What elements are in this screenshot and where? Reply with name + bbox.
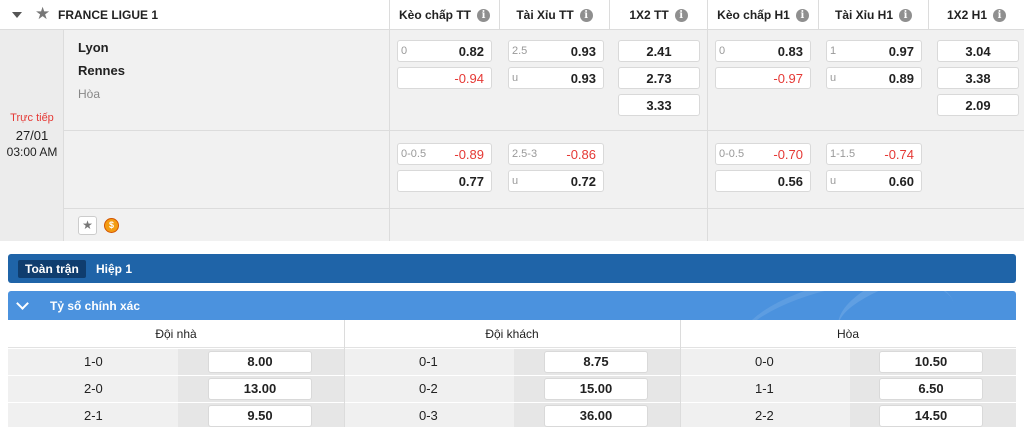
column-header-ou-tt: Tài Xỉu TT i (499, 0, 609, 30)
score-odd-button[interactable]: 13.00 (208, 378, 312, 400)
odd-hdp-h1-away-alt[interactable]: 0.56 (715, 170, 811, 192)
odd-1x2-tt-home[interactable]: 2.41 (618, 40, 700, 62)
column-header-hdp-tt: Kèo chấp TT i (389, 0, 499, 30)
divider (680, 320, 681, 427)
correct-score-header[interactable]: Tỷ số chính xác (8, 291, 1016, 320)
score-row: 2-0 13.00 (8, 376, 344, 402)
score-row: 1-1 6.50 (680, 376, 1016, 402)
tab-full-match[interactable]: Toàn trận (18, 260, 86, 278)
column-header-1x2-tt: 1X2 TT i (609, 0, 707, 30)
match-date: 27/01 (15, 128, 49, 143)
odd-hdp-tt-away-alt[interactable]: 0.77 (397, 170, 492, 192)
score-row: 0-1 8.75 (344, 349, 680, 375)
info-icon[interactable]: i (993, 8, 1007, 22)
odd-ou-tt-under[interactable]: u 0.93 (508, 67, 604, 89)
info-icon[interactable]: i (899, 8, 912, 22)
star-icon[interactable]: ★ (35, 5, 50, 23)
divider (344, 320, 345, 427)
odd-hdp-h1-home-alt[interactable]: 0-0.5 -0.70 (715, 143, 811, 165)
column-header-1x2-h1: 1X2 H1 i (928, 0, 1024, 30)
score-odd-button[interactable]: 36.00 (544, 405, 648, 427)
odd-ou-tt-over[interactable]: 2.5 0.93 (508, 40, 604, 62)
draw-label: Hòa (78, 87, 101, 101)
odd-hdp-tt-away[interactable]: -0.94 (397, 67, 492, 89)
info-icon[interactable]: i (579, 8, 593, 22)
favorite-star-icon[interactable]: ★ (78, 216, 97, 235)
correct-score-title: Tỷ số chính xác (50, 299, 141, 313)
score-row: 0-0 10.50 (680, 349, 1016, 375)
home-team[interactable]: Lyon (78, 40, 109, 55)
info-icon[interactable]: i (795, 8, 809, 22)
score-odd-button[interactable]: 10.50 (879, 351, 983, 373)
divider (64, 130, 1024, 131)
column-header-ou-h1: Tài Xỉu H1 i (818, 0, 928, 30)
match-time: 03:00 AM (6, 145, 58, 159)
odd-1x2-h1-home[interactable]: 3.04 (937, 40, 1019, 62)
odd-ou-tt-under-alt[interactable]: u 0.72 (508, 170, 604, 192)
divider (64, 208, 1024, 209)
odd-ou-h1-over-alt[interactable]: 1-1.5 -0.74 (826, 143, 922, 165)
column-header-home: Đội nhà (8, 320, 344, 348)
column-header-away: Đội khách (344, 320, 680, 348)
score-odd-button[interactable]: 8.75 (544, 351, 648, 373)
odd-1x2-tt-draw[interactable]: 3.33 (618, 94, 700, 116)
score-odd-button[interactable]: 8.00 (208, 351, 312, 373)
odd-1x2-tt-away[interactable]: 2.73 (618, 67, 700, 89)
score-odd-button[interactable]: 6.50 (879, 378, 983, 400)
odd-hdp-h1-home[interactable]: 0 0.83 (715, 40, 811, 62)
score-odd-button[interactable]: 14.50 (879, 405, 983, 427)
divider (707, 30, 708, 241)
odd-hdp-tt-home-alt[interactable]: 0-0.5 -0.89 (397, 143, 492, 165)
score-row: 2-1 9.50 (8, 403, 344, 427)
info-icon[interactable]: i (674, 8, 688, 22)
period-tabs: Toàn trận Hiệp 1 (8, 254, 1016, 283)
header-decoration (729, 291, 963, 320)
odd-1x2-h1-away[interactable]: 3.38 (937, 67, 1019, 89)
odd-ou-tt-over-alt[interactable]: 2.5-3 -0.86 (508, 143, 604, 165)
score-odd-button[interactable]: 9.50 (208, 405, 312, 427)
score-row: 2-2 14.50 (680, 403, 1016, 427)
info-icon[interactable]: i (477, 8, 490, 22)
chevron-down-icon[interactable] (16, 297, 29, 310)
odd-hdp-h1-away[interactable]: -0.97 (715, 67, 811, 89)
score-row: 0-3 36.00 (344, 403, 680, 427)
odd-1x2-h1-draw[interactable]: 2.09 (937, 94, 1019, 116)
score-row: 0-2 15.00 (344, 376, 680, 402)
score-odd-button[interactable]: 15.00 (544, 378, 648, 400)
odd-ou-h1-under[interactable]: u 0.89 (826, 67, 922, 89)
odd-hdp-tt-home[interactable]: 0 0.82 (397, 40, 492, 62)
divider (389, 30, 390, 241)
tipico-icon[interactable]: $ (104, 218, 119, 233)
league-title: FRANCE LIGUE 1 (58, 8, 159, 22)
score-row: 1-0 8.00 (8, 349, 344, 375)
tab-first-half[interactable]: Hiệp 1 (96, 260, 132, 278)
live-status: Trực tiếp (10, 112, 54, 124)
away-team[interactable]: Rennes (78, 63, 125, 78)
collapse-caret-icon[interactable] (12, 12, 22, 18)
odd-ou-h1-under-alt[interactable]: u 0.60 (826, 170, 922, 192)
column-header-draw: Hòa (680, 320, 1016, 348)
column-header-hdp-h1: Kèo chấp H1 i (707, 0, 818, 30)
odd-ou-h1-over[interactable]: 1 0.97 (826, 40, 922, 62)
